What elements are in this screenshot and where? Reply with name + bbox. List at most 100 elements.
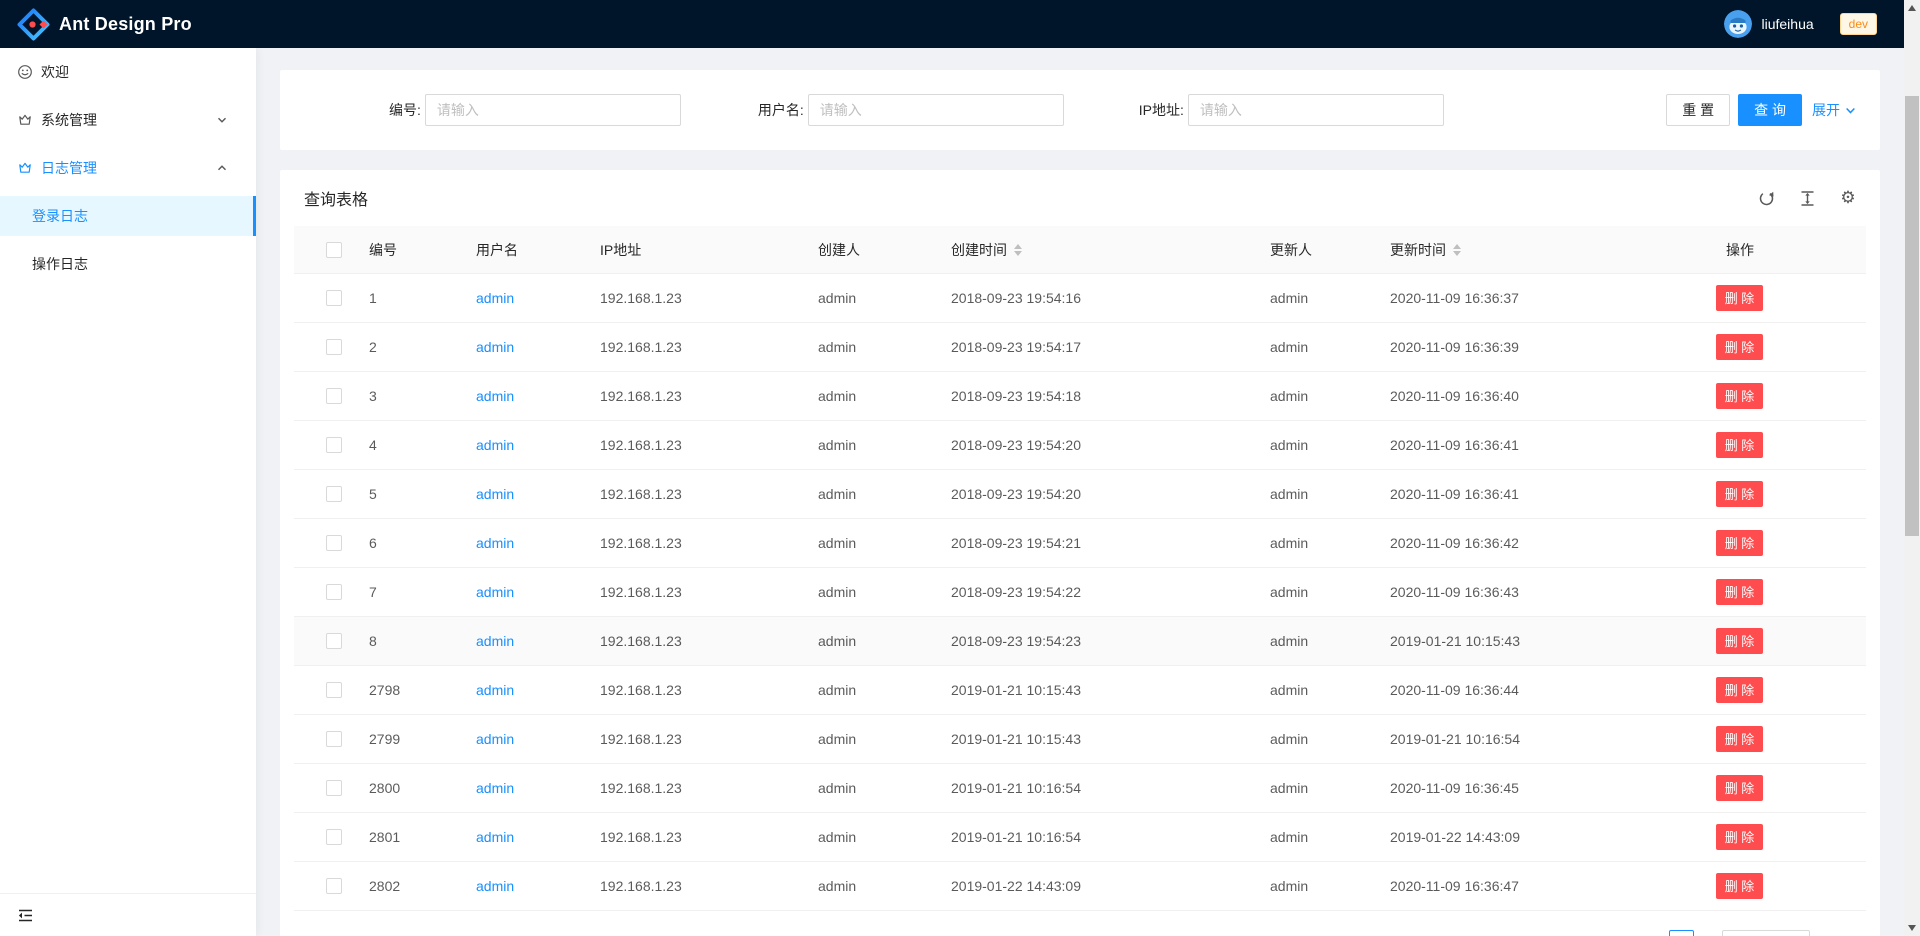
table-row: 2admin192.168.1.23admin2018-09-23 19:54:… — [294, 323, 1866, 372]
expand-link[interactable]: 展开 — [1812, 100, 1856, 120]
delete-button[interactable]: 删 除 — [1716, 481, 1763, 507]
sidebar-item-login-log[interactable]: 登录日志 — [0, 196, 256, 236]
row-checkbox[interactable] — [326, 780, 342, 796]
row-checkbox[interactable] — [326, 388, 342, 404]
table-cell — [294, 486, 369, 502]
delete-button[interactable]: 删 除 — [1716, 285, 1763, 311]
table-cell: 删 除 — [1716, 383, 1866, 409]
main-content: 编号: 用户名: IP地址: 重 置 查 询 展开 查询表格 — [256, 48, 1904, 936]
select-all-checkbox[interactable] — [326, 242, 342, 258]
sidebar-item-log-management[interactable]: 日志管理 — [0, 148, 256, 188]
menu-fold-icon[interactable] — [17, 907, 34, 924]
username-link[interactable]: admin — [476, 290, 514, 306]
username-link[interactable]: admin — [476, 682, 514, 698]
delete-button[interactable]: 删 除 — [1716, 726, 1763, 752]
row-checkbox[interactable] — [326, 878, 342, 894]
username-link[interactable]: admin — [476, 584, 514, 600]
username-link[interactable]: admin — [476, 388, 514, 404]
table-row: 1admin192.168.1.23admin2018-09-23 19:54:… — [294, 274, 1866, 323]
table-cell: 2019-01-21 10:16:54 — [951, 780, 1270, 796]
table-cell: 2799 — [369, 731, 476, 747]
page-size-select[interactable] — [1722, 930, 1810, 936]
row-checkbox[interactable] — [326, 584, 342, 600]
username-link[interactable]: admin — [476, 535, 514, 551]
delete-button[interactable]: 删 除 — [1716, 824, 1763, 850]
delete-button[interactable]: 删 除 — [1716, 334, 1763, 360]
username-link[interactable]: admin — [476, 829, 514, 845]
username-input[interactable] — [808, 94, 1064, 126]
scroll-down-arrow-icon[interactable] — [1908, 925, 1916, 931]
scrollbar-thumb[interactable] — [1905, 96, 1919, 536]
query-button[interactable]: 查 询 — [1738, 94, 1802, 126]
reload-icon[interactable] — [1757, 189, 1775, 207]
delete-button[interactable]: 删 除 — [1716, 530, 1763, 556]
column-header: 编号 — [369, 240, 476, 260]
vertical-scrollbar[interactable] — [1904, 0, 1920, 936]
settings-icon[interactable]: ⚙ — [1839, 189, 1857, 207]
column-header-sortable[interactable]: 更新时间 — [1390, 240, 1716, 260]
delete-button[interactable]: 删 除 — [1716, 432, 1763, 458]
row-checkbox[interactable] — [326, 731, 342, 747]
ip-input[interactable] — [1188, 94, 1444, 126]
table-cell — [294, 584, 369, 600]
username-link[interactable]: admin — [476, 878, 514, 894]
column-height-icon[interactable] — [1798, 189, 1816, 207]
scroll-up-arrow-icon[interactable] — [1908, 5, 1916, 11]
table-cell: 1 — [369, 290, 476, 306]
row-checkbox[interactable] — [326, 437, 342, 453]
username-link[interactable]: admin — [476, 780, 514, 796]
row-checkbox[interactable] — [326, 290, 342, 306]
row-checkbox[interactable] — [326, 633, 342, 649]
table-cell: 2019-01-21 10:15:43 — [951, 731, 1270, 747]
sidebar-item-operation-log[interactable]: 操作日志 — [0, 244, 256, 284]
user-avatar[interactable] — [1724, 10, 1752, 38]
table-cell: 删 除 — [1716, 285, 1866, 311]
table-cell: 2019-01-22 14:43:09 — [951, 878, 1270, 894]
delete-button[interactable]: 删 除 — [1716, 628, 1763, 654]
row-checkbox[interactable] — [326, 339, 342, 355]
table-toolbar: ⚙ — [1757, 189, 1857, 207]
delete-button[interactable]: 删 除 — [1716, 383, 1763, 409]
delete-button[interactable]: 删 除 — [1716, 873, 1763, 899]
sidebar-item-welcome[interactable]: 欢迎 — [0, 52, 256, 92]
table-row: 4admin192.168.1.23admin2018-09-23 19:54:… — [294, 421, 1866, 470]
table-cell: admin — [818, 780, 951, 796]
table-cell: 192.168.1.23 — [600, 584, 818, 600]
table-cell: 删 除 — [1716, 628, 1866, 654]
row-checkbox[interactable] — [326, 829, 342, 845]
delete-button[interactable]: 删 除 — [1716, 677, 1763, 703]
pagination — [1669, 930, 1810, 936]
table-cell: 删 除 — [1716, 481, 1866, 507]
username-link[interactable]: admin — [476, 486, 514, 502]
table-cell: admin — [818, 486, 951, 502]
table-cell: 192.168.1.23 — [600, 437, 818, 453]
sidebar-item-system-management[interactable]: 系统管理 — [0, 100, 256, 140]
username-link[interactable]: admin — [476, 633, 514, 649]
reset-button[interactable]: 重 置 — [1666, 94, 1730, 126]
username-link[interactable]: admin — [476, 731, 514, 747]
column-header: IP地址 — [600, 240, 818, 260]
pagination-active-page[interactable] — [1669, 930, 1694, 936]
username-link[interactable]: admin — [476, 437, 514, 453]
row-checkbox[interactable] — [326, 486, 342, 502]
delete-button[interactable]: 删 除 — [1716, 775, 1763, 801]
search-field-ip: IP地址: — [1139, 94, 1444, 126]
chevron-down-icon — [1845, 105, 1856, 116]
table-cell: 192.168.1.23 — [600, 731, 818, 747]
table-cell: admin — [476, 290, 600, 306]
id-input[interactable] — [425, 94, 681, 126]
app-logo[interactable]: Ant Design Pro — [17, 8, 192, 41]
table-row: 2798admin192.168.1.23admin2019-01-21 10:… — [294, 666, 1866, 715]
sort-carets-icon[interactable] — [1014, 244, 1022, 256]
column-header-sortable[interactable]: 创建时间 — [951, 240, 1270, 260]
table-cell: admin — [818, 437, 951, 453]
table-cell: 6 — [369, 535, 476, 551]
table-cell: 2019-01-21 10:16:54 — [951, 829, 1270, 845]
username-link[interactable]: admin — [476, 339, 514, 355]
row-checkbox[interactable] — [326, 535, 342, 551]
delete-button[interactable]: 删 除 — [1716, 579, 1763, 605]
sort-carets-icon[interactable] — [1453, 244, 1461, 256]
table-cell: 2020-11-09 16:36:40 — [1390, 388, 1716, 404]
table-cell: admin — [476, 780, 600, 796]
row-checkbox[interactable] — [326, 682, 342, 698]
